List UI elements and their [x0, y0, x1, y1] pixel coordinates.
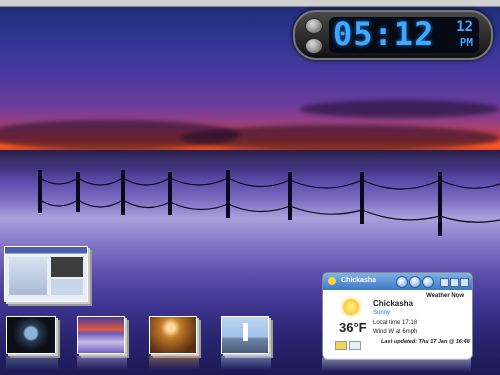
clock-ampm: PM [459, 36, 473, 49]
weather-header: Chickasha [323, 273, 472, 290]
settings-icon[interactable] [450, 278, 459, 287]
wallpaper-thumbnail-bronze[interactable] [149, 316, 197, 354]
thumbnail-reflection [149, 356, 199, 370]
close-icon[interactable] [460, 278, 469, 287]
local-time: Local time 17:18 [373, 320, 418, 326]
sun-tab-icon[interactable] [335, 341, 347, 350]
options-icon[interactable] [422, 276, 434, 288]
weather-now-label: Weather Now [426, 293, 464, 299]
clock-seconds: 12 [456, 19, 473, 35]
settings-icon[interactable] [305, 18, 323, 34]
thumb-pane [51, 279, 83, 295]
last-updated: Last updated: Thu 17 Jan @ 16:48 [381, 339, 470, 345]
minimize-icon[interactable] [440, 278, 449, 287]
weather-header-city: Chickasha [341, 277, 377, 284]
weather-temperature: 36°F [339, 320, 367, 335]
thumbnail-reflection [77, 356, 127, 370]
window-thumbnail[interactable] [4, 246, 88, 302]
clock-display: 05:12 12 PM [329, 15, 479, 53]
wallpaper-thumbnail-lighthouse[interactable] [221, 316, 269, 354]
close-icon[interactable] [305, 38, 323, 54]
weather-reflection [322, 358, 471, 372]
desktop[interactable]: 05:12 12 PM Chickasha Weather Now Chicka… [0, 0, 500, 375]
digital-clock-gadget[interactable]: 05:12 12 PM [293, 10, 493, 60]
wallpaper-thumbnail-sunset[interactable] [77, 316, 125, 354]
clock-buttons [305, 18, 327, 58]
lighthouse-shape [243, 323, 248, 341]
globe-icon[interactable] [409, 276, 421, 288]
sun-icon [328, 277, 336, 285]
thumbnail-reflection [221, 356, 271, 370]
weather-condition: Sunny [373, 310, 391, 316]
wallpaper-thumbnail-dark[interactable] [6, 316, 56, 354]
clock-time: 05:12 [333, 15, 435, 53]
refresh-icon[interactable] [396, 276, 408, 288]
thumbnail-reflection [6, 356, 58, 370]
thumb-pane [51, 257, 83, 277]
wind-info: Wind W at 6mph [373, 329, 418, 335]
weather-gadget[interactable]: Chickasha Weather Now Chickasha Sunny 36… [322, 272, 473, 360]
sunny-icon [343, 299, 359, 315]
weather-city: Chickasha [373, 299, 414, 308]
thumb-pane [9, 257, 47, 295]
cloud-tab-icon[interactable] [349, 341, 361, 350]
